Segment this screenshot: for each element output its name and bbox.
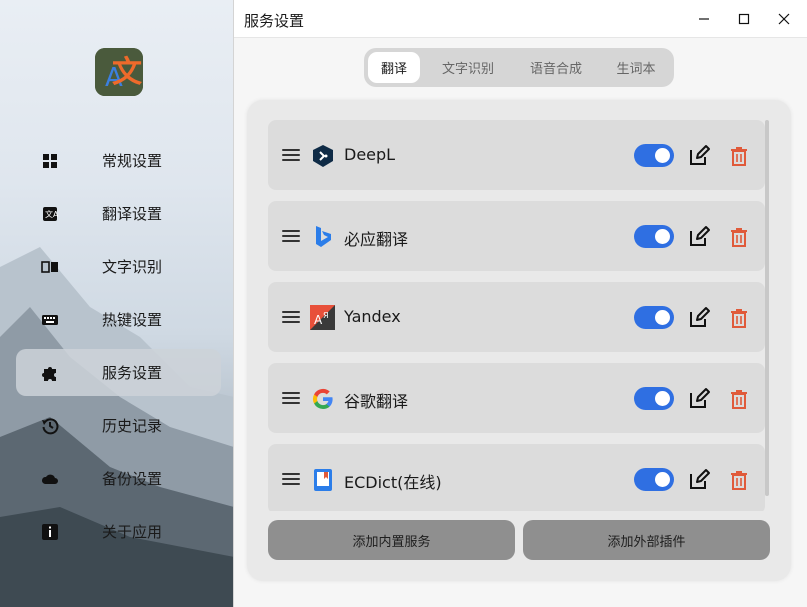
trash-icon: [731, 309, 747, 328]
cloud-icon: [40, 469, 60, 489]
ecdict-icon: [310, 467, 335, 492]
service-name: DeepL: [344, 145, 396, 164]
sidebar: A 文 常规设置 文A 翻译设置 文字识别 热键设置 服务设置 历史记录 备份设…: [0, 0, 234, 607]
edit-icon: [690, 226, 710, 246]
tab-ocr[interactable]: 文字识别: [428, 52, 508, 83]
close-icon: [778, 13, 790, 25]
service-row-yandex: AЯ Yandex: [268, 282, 765, 352]
sidebar-item-hotkey[interactable]: 热键设置: [16, 296, 221, 343]
sidebar-item-about[interactable]: 关于应用: [16, 508, 221, 555]
sidebar-item-label: 翻译设置: [102, 205, 163, 223]
service-toggle[interactable]: [634, 387, 674, 410]
history-icon: [40, 416, 60, 436]
edit-button[interactable]: [687, 144, 711, 168]
sidebar-item-label: 服务设置: [102, 364, 163, 382]
service-name: ECDict(在线): [344, 473, 442, 492]
sidebar-item-label: 备份设置: [102, 470, 163, 488]
minimize-button[interactable]: [691, 6, 717, 32]
sidebar-item-label: 热键设置: [102, 311, 163, 329]
sidebar-item-history[interactable]: 历史记录: [16, 402, 221, 449]
puzzle-icon: [40, 363, 60, 383]
trash-icon: [731, 390, 747, 409]
keyboard-icon: [40, 310, 60, 330]
edit-icon: [690, 145, 710, 165]
info-icon: [40, 522, 60, 542]
title-bar: 服务设置: [234, 0, 807, 38]
edit-icon: [690, 307, 710, 327]
add-external-plugin-button[interactable]: 添加外部插件: [523, 520, 770, 560]
svg-text:文: 文: [112, 55, 142, 90]
app-logo: A 文: [95, 48, 143, 96]
drag-handle-icon[interactable]: [282, 230, 300, 242]
minimize-icon: [699, 18, 709, 20]
ocr-icon: [40, 257, 60, 277]
tab-vocabulary[interactable]: 生词本: [604, 52, 668, 83]
sidebar-item-ocr[interactable]: 文字识别: [16, 243, 221, 290]
trash-icon: [731, 147, 747, 166]
tab-translate[interactable]: 翻译: [368, 52, 420, 83]
drag-handle-icon[interactable]: [282, 392, 300, 404]
service-toggle[interactable]: [634, 468, 674, 491]
maximize-button[interactable]: [731, 6, 757, 32]
deepl-icon: [310, 143, 335, 168]
edit-icon: [690, 469, 710, 489]
delete-button[interactable]: [727, 387, 751, 411]
service-toggle[interactable]: [634, 144, 674, 167]
svg-text:文A: 文A: [45, 209, 58, 219]
tab-tts[interactable]: 语音合成: [516, 52, 596, 83]
window-title: 服务设置: [244, 12, 305, 30]
sidebar-item-translate[interactable]: 文A 翻译设置: [16, 190, 221, 237]
service-row-google: 谷歌翻译: [268, 363, 765, 433]
service-panel: DeepL 必应翻译 A Я Yandex 谷歌翻译 ECDict(在线) 添加…: [247, 100, 791, 581]
sidebar-item-label: 关于应用: [102, 523, 163, 541]
sidebar-item-general[interactable]: 常规设置: [16, 137, 221, 184]
service-toggle[interactable]: [634, 225, 674, 248]
yandex-icon: AЯ: [310, 305, 335, 330]
maximize-icon: [738, 13, 750, 25]
trash-icon: [731, 471, 747, 490]
svg-text:A: A: [314, 313, 323, 327]
edit-icon: [690, 388, 710, 408]
svg-text:Я: Я: [323, 311, 329, 320]
service-name: 必应翻译: [344, 230, 409, 249]
trash-icon: [731, 228, 747, 247]
bing-icon: [310, 224, 335, 249]
app-logo-icon: A 文: [95, 48, 143, 96]
translate-icon: 文A: [40, 204, 60, 224]
drag-handle-icon[interactable]: [282, 311, 300, 323]
main-content: 翻译 文字识别 语音合成 生词本 DeepL 必应翻译 A Я Yandex 谷…: [234, 38, 807, 607]
drag-handle-icon[interactable]: [282, 149, 300, 161]
edit-button[interactable]: [687, 468, 711, 492]
delete-button[interactable]: [727, 468, 751, 492]
service-list: DeepL 必应翻译 A Я Yandex 谷歌翻译 ECDict(在线): [268, 120, 768, 511]
service-tabs: 翻译 文字识别 语音合成 生词本: [364, 48, 674, 87]
service-name: Yandex: [344, 307, 401, 326]
edit-button[interactable]: [687, 387, 711, 411]
delete-button[interactable]: [727, 144, 751, 168]
close-button[interactable]: [771, 6, 797, 32]
drag-handle-icon[interactable]: [282, 473, 300, 485]
list-scrollbar[interactable]: [765, 120, 769, 496]
service-name: 谷歌翻译: [344, 392, 409, 411]
delete-button[interactable]: [727, 306, 751, 330]
delete-button[interactable]: [727, 225, 751, 249]
sidebar-item-label: 历史记录: [102, 417, 163, 435]
sidebar-item-label: 文字识别: [102, 258, 163, 276]
sidebar-item-service[interactable]: 服务设置: [16, 349, 221, 396]
edit-button[interactable]: [687, 225, 711, 249]
google-icon: [310, 386, 335, 411]
edit-button[interactable]: [687, 306, 711, 330]
grid-icon: [40, 151, 60, 171]
service-row-bing: 必应翻译: [268, 201, 765, 271]
service-toggle[interactable]: [634, 306, 674, 329]
add-builtin-service-button[interactable]: 添加内置服务: [268, 520, 515, 560]
sidebar-item-label: 常规设置: [102, 152, 163, 170]
service-row-deepl: DeepL: [268, 120, 765, 190]
service-row-ecdict: ECDict(在线): [268, 444, 765, 511]
sidebar-item-backup[interactable]: 备份设置: [16, 455, 221, 502]
